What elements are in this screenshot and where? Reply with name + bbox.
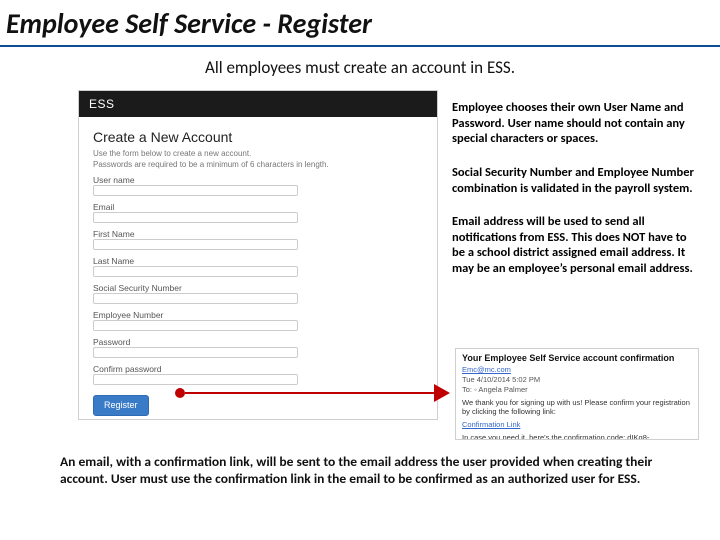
form-instruction-2: Passwords are required to be a minimum o… bbox=[93, 160, 423, 169]
confirmation-code-line: In case you need it, here's the confirma… bbox=[462, 433, 692, 440]
input-username[interactable] bbox=[93, 185, 298, 196]
email-subject: Your Employee Self Service account confi… bbox=[462, 353, 692, 363]
input-firstname[interactable] bbox=[93, 239, 298, 250]
confirmation-link[interactable]: Confirmation Link bbox=[462, 420, 692, 429]
input-ssn[interactable] bbox=[93, 293, 298, 304]
label-confirm: Confirm password bbox=[93, 364, 423, 374]
note-email: Email address will be used to send all n… bbox=[452, 214, 700, 277]
arrow-head-icon bbox=[434, 384, 450, 402]
ess-register-screenshot: ESS Create a New Account Use the form be… bbox=[78, 90, 438, 420]
input-confirm[interactable] bbox=[93, 374, 298, 385]
form-instruction-1: Use the form below to create a new accou… bbox=[93, 149, 423, 158]
input-empno[interactable] bbox=[93, 320, 298, 331]
label-lastname: Last Name bbox=[93, 256, 423, 266]
input-lastname[interactable] bbox=[93, 266, 298, 277]
email-to: To: ◦ Angela Palmer bbox=[462, 385, 692, 394]
label-username: User name bbox=[93, 175, 423, 185]
input-password[interactable] bbox=[93, 347, 298, 358]
arrow-line bbox=[185, 392, 434, 394]
title-bar: Employee Self Service - Register bbox=[0, 0, 720, 47]
note-ssn-empno: Social Security Number and Employee Numb… bbox=[452, 165, 700, 196]
confirmation-email-screenshot: Your Employee Self Service account confi… bbox=[455, 348, 699, 440]
arrow-to-confirmation bbox=[175, 387, 450, 399]
email-address: Emc@mc.com bbox=[462, 365, 692, 374]
label-ssn: Social Security Number bbox=[93, 283, 423, 293]
slide-title: Employee Self Service - Register bbox=[6, 6, 714, 41]
label-firstname: First Name bbox=[93, 229, 423, 239]
label-email: Email bbox=[93, 202, 423, 212]
explanatory-notes: Employee chooses their own User Name and… bbox=[452, 100, 700, 295]
register-button[interactable]: Register bbox=[93, 395, 149, 416]
label-password: Password bbox=[93, 337, 423, 347]
input-email[interactable] bbox=[93, 212, 298, 223]
footer-paragraph: An email, with a confirmation link, will… bbox=[60, 454, 670, 488]
form-heading: Create a New Account bbox=[93, 129, 423, 145]
label-empno: Employee Number bbox=[93, 310, 423, 320]
note-username-password: Employee chooses their own User Name and… bbox=[452, 100, 700, 147]
slide-subtitle: All employees must create an account in … bbox=[0, 57, 720, 78]
ess-navbar-brand: ESS bbox=[79, 91, 437, 117]
email-date: Tue 4/10/2014 5:02 PM bbox=[462, 375, 692, 384]
arrow-start-dot bbox=[175, 388, 185, 398]
email-body: We thank you for signing up with us! Ple… bbox=[462, 398, 692, 416]
